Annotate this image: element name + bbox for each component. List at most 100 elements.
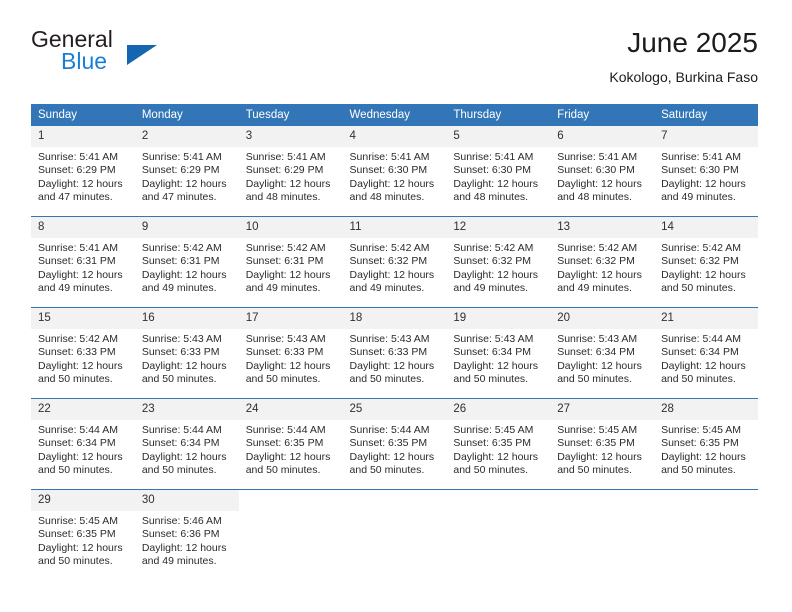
day-cell[interactable]: 23 Sunrise: 5:44 AM Sunset: 6:34 PM Dayli… xyxy=(134,398,239,490)
day-details: Sunrise: 5:46 AM Sunset: 6:36 PM Dayligh… xyxy=(141,515,227,568)
weekday-header-saturday: Saturday xyxy=(654,104,758,126)
day-details: Sunrise: 5:45 AM Sunset: 6:35 PM Dayligh… xyxy=(557,424,642,477)
day-details: Sunrise: 5:44 AM Sunset: 6:35 PM Dayligh… xyxy=(349,424,435,477)
day-details: Sunrise: 5:44 AM Sunset: 6:34 PM Dayligh… xyxy=(141,424,227,477)
day-details: Sunrise: 5:41 AM Sunset: 6:29 PM Dayligh… xyxy=(245,151,331,204)
day-number: 10 xyxy=(238,217,343,238)
day-cell[interactable]: 21 Sunrise: 5:44 AM Sunset: 6:34 PM Dayli… xyxy=(654,307,758,399)
calendar-body: 1 Sunrise: 5:41 AM Sunset: 6:29 PM Daylig… xyxy=(31,126,758,580)
calendar-page: General Blue June 2025 Kokologo, Burkina… xyxy=(0,0,792,612)
brand-logo[interactable]: General Blue xyxy=(31,26,251,82)
day-cell[interactable]: 9 Sunrise: 5:42 AM Sunset: 6:31 PM Daylig… xyxy=(134,216,239,308)
day-details: Sunrise: 5:41 AM Sunset: 6:30 PM Dayligh… xyxy=(661,151,746,204)
day-cell[interactable]: 6 Sunrise: 5:41 AM Sunset: 6:30 PM Daylig… xyxy=(550,126,655,217)
day-number: 21 xyxy=(654,308,758,329)
day-number: 9 xyxy=(134,217,239,238)
day-details: Sunrise: 5:42 AM Sunset: 6:32 PM Dayligh… xyxy=(453,242,539,295)
day-cell[interactable]: 1 Sunrise: 5:41 AM Sunset: 6:29 PM Daylig… xyxy=(31,126,135,217)
day-cell[interactable]: 5 Sunrise: 5:41 AM Sunset: 6:30 PM Daylig… xyxy=(446,126,551,217)
day-number: 8 xyxy=(31,217,135,238)
weekday-header-monday: Monday xyxy=(134,104,239,126)
day-number: 19 xyxy=(446,308,551,329)
day-details: Sunrise: 5:42 AM Sunset: 6:31 PM Dayligh… xyxy=(141,242,227,295)
calendar-week-row: 1 Sunrise: 5:41 AM Sunset: 6:29 PM Daylig… xyxy=(31,126,758,217)
day-details: Sunrise: 5:41 AM Sunset: 6:29 PM Dayligh… xyxy=(38,151,123,204)
day-cell[interactable]: 7 Sunrise: 5:41 AM Sunset: 6:30 PM Daylig… xyxy=(654,126,758,217)
day-cell[interactable]: 30 Sunrise: 5:46 AM Sunset: 6:36 PM Dayli… xyxy=(134,489,239,580)
day-details: Sunrise: 5:42 AM Sunset: 6:32 PM Dayligh… xyxy=(349,242,435,295)
day-number: 17 xyxy=(238,308,343,329)
day-number: 16 xyxy=(134,308,239,329)
day-details xyxy=(343,511,447,515)
day-cell[interactable]: 17 Sunrise: 5:43 AM Sunset: 6:33 PM Dayli… xyxy=(238,307,343,399)
day-number xyxy=(446,490,550,511)
page-title: June 2025 xyxy=(627,27,758,58)
calendar-week-row: 29 Sunrise: 5:45 AM Sunset: 6:35 PM Dayli… xyxy=(31,489,758,580)
day-cell[interactable]: 13 Sunrise: 5:42 AM Sunset: 6:32 PM Dayli… xyxy=(550,216,655,308)
day-details: Sunrise: 5:43 AM Sunset: 6:34 PM Dayligh… xyxy=(453,333,539,386)
day-details: Sunrise: 5:45 AM Sunset: 6:35 PM Dayligh… xyxy=(453,424,539,477)
day-cell[interactable]: 24 Sunrise: 5:44 AM Sunset: 6:35 PM Dayli… xyxy=(238,398,343,490)
day-number: 24 xyxy=(238,399,343,420)
day-details: Sunrise: 5:43 AM Sunset: 6:33 PM Dayligh… xyxy=(349,333,435,386)
day-cell[interactable]: 10 Sunrise: 5:42 AM Sunset: 6:31 PM Dayli… xyxy=(238,216,343,308)
day-details: Sunrise: 5:45 AM Sunset: 6:35 PM Dayligh… xyxy=(661,424,746,477)
weekday-header-wednesday: Wednesday xyxy=(342,104,447,126)
day-number: 13 xyxy=(550,217,655,238)
day-number: 28 xyxy=(654,399,758,420)
day-cell[interactable]: 8 Sunrise: 5:41 AM Sunset: 6:31 PM Daylig… xyxy=(31,216,135,308)
calendar-table: Sunday Monday Tuesday Wednesday Thursday… xyxy=(31,104,758,580)
day-number: 27 xyxy=(550,399,655,420)
day-number: 3 xyxy=(238,126,343,147)
day-cell[interactable]: 29 Sunrise: 5:45 AM Sunset: 6:35 PM Dayli… xyxy=(31,489,135,580)
day-cell-empty xyxy=(654,489,758,580)
day-details: Sunrise: 5:45 AM Sunset: 6:35 PM Dayligh… xyxy=(38,515,123,568)
day-details: Sunrise: 5:41 AM Sunset: 6:30 PM Dayligh… xyxy=(557,151,642,204)
day-number: 2 xyxy=(134,126,239,147)
day-details: Sunrise: 5:43 AM Sunset: 6:33 PM Dayligh… xyxy=(245,333,331,386)
day-cell[interactable]: 11 Sunrise: 5:42 AM Sunset: 6:32 PM Dayli… xyxy=(342,216,447,308)
day-details: Sunrise: 5:41 AM Sunset: 6:30 PM Dayligh… xyxy=(349,151,435,204)
calendar-week-row: 15 Sunrise: 5:42 AM Sunset: 6:33 PM Dayli… xyxy=(31,307,758,399)
day-number xyxy=(654,490,758,511)
day-cell[interactable]: 26 Sunrise: 5:45 AM Sunset: 6:35 PM Dayli… xyxy=(446,398,551,490)
page-header: General Blue June 2025 Kokologo, Burkina… xyxy=(31,26,758,96)
day-cell[interactable]: 18 Sunrise: 5:43 AM Sunset: 6:33 PM Dayli… xyxy=(342,307,447,399)
day-number: 20 xyxy=(550,308,655,329)
day-cell[interactable]: 27 Sunrise: 5:45 AM Sunset: 6:35 PM Dayli… xyxy=(550,398,655,490)
day-cell[interactable]: 22 Sunrise: 5:44 AM Sunset: 6:34 PM Dayli… xyxy=(31,398,135,490)
day-cell[interactable]: 4 Sunrise: 5:41 AM Sunset: 6:30 PM Daylig… xyxy=(342,126,447,217)
day-number: 4 xyxy=(342,126,447,147)
day-cell[interactable]: 3 Sunrise: 5:41 AM Sunset: 6:29 PM Daylig… xyxy=(238,126,343,217)
day-cell[interactable]: 16 Sunrise: 5:43 AM Sunset: 6:33 PM Dayli… xyxy=(134,307,239,399)
day-details: Sunrise: 5:42 AM Sunset: 6:33 PM Dayligh… xyxy=(38,333,123,386)
day-number xyxy=(343,490,447,511)
day-cell[interactable]: 2 Sunrise: 5:41 AM Sunset: 6:29 PM Daylig… xyxy=(134,126,239,217)
day-details xyxy=(550,511,654,515)
triangle-icon xyxy=(127,45,157,65)
day-cell-empty xyxy=(446,489,551,580)
calendar-week-row: 8 Sunrise: 5:41 AM Sunset: 6:31 PM Daylig… xyxy=(31,216,758,308)
day-details: Sunrise: 5:43 AM Sunset: 6:34 PM Dayligh… xyxy=(557,333,642,386)
day-number xyxy=(239,490,343,511)
day-cell[interactable]: 28 Sunrise: 5:45 AM Sunset: 6:35 PM Dayli… xyxy=(654,398,758,490)
day-cell[interactable]: 12 Sunrise: 5:42 AM Sunset: 6:32 PM Dayli… xyxy=(446,216,551,308)
day-cell[interactable]: 19 Sunrise: 5:43 AM Sunset: 6:34 PM Dayli… xyxy=(446,307,551,399)
day-number: 1 xyxy=(31,126,135,147)
day-cell[interactable]: 20 Sunrise: 5:43 AM Sunset: 6:34 PM Dayli… xyxy=(550,307,655,399)
day-cell[interactable]: 25 Sunrise: 5:44 AM Sunset: 6:35 PM Dayli… xyxy=(342,398,447,490)
day-number: 14 xyxy=(654,217,758,238)
day-number: 26 xyxy=(446,399,551,420)
day-details: Sunrise: 5:43 AM Sunset: 6:33 PM Dayligh… xyxy=(141,333,227,386)
day-cell[interactable]: 14 Sunrise: 5:42 AM Sunset: 6:32 PM Dayli… xyxy=(654,216,758,308)
day-details: Sunrise: 5:44 AM Sunset: 6:34 PM Dayligh… xyxy=(661,333,746,386)
day-number: 25 xyxy=(342,399,447,420)
day-number: 6 xyxy=(550,126,655,147)
day-number: 15 xyxy=(31,308,135,329)
day-number: 29 xyxy=(31,490,135,511)
weekday-header-tuesday: Tuesday xyxy=(238,104,343,126)
day-details: Sunrise: 5:42 AM Sunset: 6:32 PM Dayligh… xyxy=(557,242,642,295)
day-details: Sunrise: 5:41 AM Sunset: 6:29 PM Dayligh… xyxy=(141,151,227,204)
day-cell[interactable]: 15 Sunrise: 5:42 AM Sunset: 6:33 PM Dayli… xyxy=(31,307,135,399)
day-number: 5 xyxy=(446,126,551,147)
